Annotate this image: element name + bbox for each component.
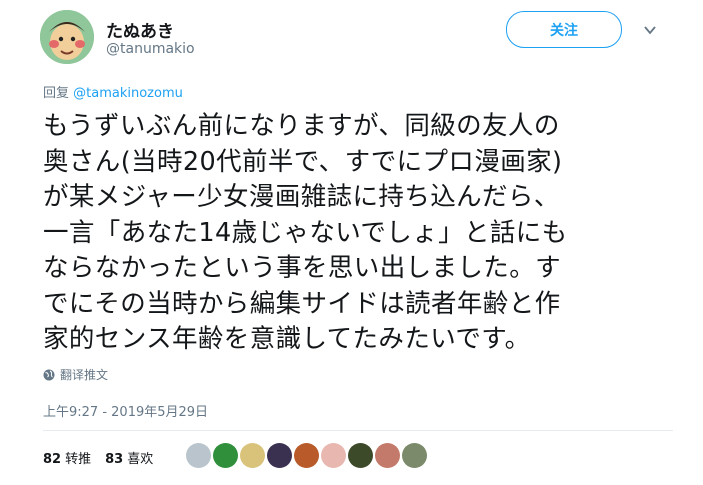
tweet-line: ならなかったという事を思い出しました。す (43, 253, 562, 283)
liker-avatar[interactable] (294, 443, 319, 468)
tweet-text: もうずいぶん前になりますが、同級の友人の 奥さん(当時20代前半で、すでにプロ漫… (43, 109, 668, 358)
divider (43, 430, 673, 431)
tweet-line: 家的センス年齢を意識してたみたいです。 (43, 324, 531, 354)
retweets-count: 82 (43, 452, 62, 467)
retweets-stat[interactable]: 82 转推 (43, 448, 91, 467)
likes-count: 83 (105, 452, 124, 467)
user-handle[interactable]: @tanumakio (106, 41, 195, 57)
liker-avatar[interactable] (375, 443, 400, 468)
likes-stat[interactable]: 83 喜欢 (105, 448, 153, 467)
liker-avatar[interactable] (213, 443, 238, 468)
tweet-line: 奥さん(当時20代前半で、すでにプロ漫画家) (43, 146, 563, 177)
avatar-image (40, 10, 94, 64)
likes-label: 喜欢 (127, 452, 154, 467)
liker-avatar[interactable] (186, 443, 211, 468)
liker-avatar[interactable] (321, 443, 346, 468)
translate-label: 翻译推文 (60, 368, 109, 382)
liker-avatar[interactable] (240, 443, 265, 468)
likers-avatars (186, 443, 427, 468)
reply-context: 回复 @tamakinozomu (43, 82, 183, 101)
tweet-timestamp[interactable]: 上午9:27 - 2019年5月29日 (43, 401, 208, 420)
chevron-down-icon[interactable] (642, 22, 658, 38)
tweet-header: たぬあき @tanumakio 关注 (40, 8, 703, 68)
reply-mention-link[interactable]: @tamakinozomu (73, 86, 183, 101)
tweet-stats: 82 转推 83 喜欢 (43, 448, 153, 467)
liker-avatar[interactable] (267, 443, 292, 468)
liker-avatar[interactable] (402, 443, 427, 468)
translate-tweet-link[interactable]: 翻译推文 (43, 366, 108, 383)
display-name[interactable]: たぬあき (106, 17, 174, 42)
tweet-line: でにその当時から編集サイドは読者年齢と作 (43, 288, 561, 319)
follow-button[interactable]: 关注 (506, 11, 622, 48)
reply-prefix: 回复 (43, 86, 70, 101)
retweets-label: 转推 (65, 452, 92, 467)
tweet-line: 一言「あなた14歳じゃないでしょ」と話にも (43, 217, 568, 248)
tweet-line: もうずいぶん前になりますが、同級の友人の (43, 111, 560, 141)
tweet-line: が某メジャー少女漫画雑誌に持ち込んだら、 (43, 182, 560, 212)
globe-icon (43, 369, 55, 380)
avatar[interactable] (40, 10, 94, 64)
liker-avatar[interactable] (348, 443, 373, 468)
